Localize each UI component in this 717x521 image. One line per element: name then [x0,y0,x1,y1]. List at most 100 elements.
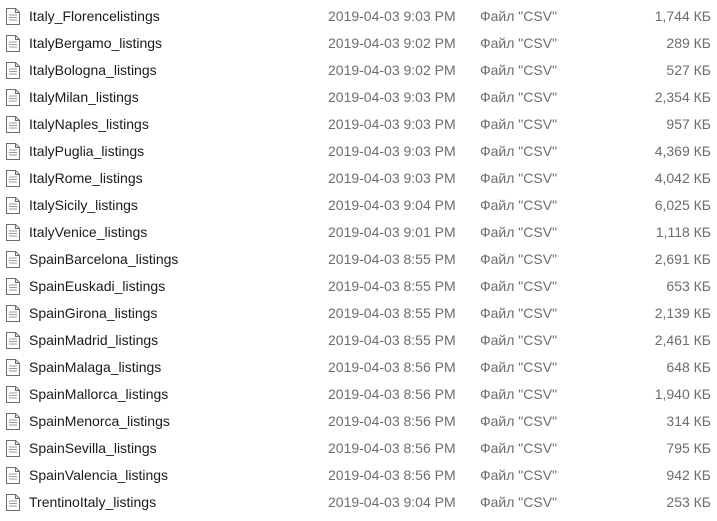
text-document-icon [6,197,20,214]
file-name[interactable]: SpainMenorca_listings [29,408,170,435]
file-date-modified: 2019-04-03 8:55 PM [328,305,456,321]
file-size: 527 КБ [666,62,711,78]
file-row[interactable]: ItalyMilan_listings 2019-04-03 9:03 PM Ф… [0,84,717,111]
file-size: 957 КБ [666,116,711,132]
file-size: 253 КБ [666,494,711,510]
file-row[interactable]: SpainMallorca_listings 2019-04-03 8:56 P… [0,381,717,408]
file-date-modified: 2019-04-03 8:56 PM [328,413,456,429]
file-name[interactable]: ItalyVenice_listings [29,219,147,246]
text-document-icon [6,359,20,376]
file-row[interactable]: ItalyBologna_listings 2019-04-03 9:02 PM… [0,57,717,84]
text-document-icon [6,332,20,349]
file-size: 6,025 КБ [654,197,711,213]
text-document-icon [6,494,20,511]
file-row[interactable]: TrentinoItaly_listings 2019-04-03 9:04 P… [0,489,717,516]
file-type: Файл "CSV" [480,224,558,240]
file-size: 1,940 КБ [654,386,711,402]
file-name[interactable]: SpainEuskadi_listings [29,273,165,300]
file-date-modified: 2019-04-03 8:55 PM [328,251,456,267]
text-document-icon [6,251,20,268]
file-size: 2,461 КБ [654,332,711,348]
file-date-modified: 2019-04-03 9:03 PM [328,116,456,132]
file-type: Файл "CSV" [480,440,558,456]
file-name[interactable]: SpainMalaga_listings [29,354,161,381]
file-type: Файл "CSV" [480,278,558,294]
file-date-modified: 2019-04-03 8:55 PM [328,332,456,348]
file-row[interactable]: Italy_Florencelistings 2019-04-03 9:03 P… [0,3,717,30]
file-name[interactable]: SpainGirona_listings [29,300,157,327]
file-type: Файл "CSV" [480,116,558,132]
file-size: 4,369 КБ [654,143,711,159]
file-type: Файл "CSV" [480,143,558,159]
file-date-modified: 2019-04-03 8:56 PM [328,359,456,375]
file-name[interactable]: SpainBarcelona_listings [29,246,178,273]
file-name[interactable]: ItalyMilan_listings [29,84,139,111]
file-name[interactable]: ItalyRome_listings [29,165,143,192]
file-row[interactable]: ItalyNaples_listings 2019-04-03 9:03 PM … [0,111,717,138]
file-row[interactable]: ItalyPuglia_listings 2019-04-03 9:03 PM … [0,138,717,165]
text-document-icon [6,305,20,322]
file-name[interactable]: ItalyNaples_listings [29,111,149,138]
file-type: Файл "CSV" [480,35,558,51]
file-date-modified: 2019-04-03 9:03 PM [328,170,456,186]
file-type: Файл "CSV" [480,170,558,186]
file-size: 795 КБ [666,440,711,456]
file-row[interactable]: SpainMalaga_listings 2019-04-03 8:56 PM … [0,354,717,381]
file-type: Файл "CSV" [480,8,558,24]
file-name[interactable]: ItalyBergamo_listings [29,30,162,57]
file-size: 1,118 КБ [655,224,711,240]
file-date-modified: 2019-04-03 8:56 PM [328,440,456,456]
file-date-modified: 2019-04-03 9:04 PM [328,494,456,510]
file-row[interactable]: SpainEuskadi_listings 2019-04-03 8:55 PM… [0,273,717,300]
file-type: Файл "CSV" [480,413,558,429]
file-type: Файл "CSV" [480,494,558,510]
text-document-icon [6,62,20,79]
file-name[interactable]: ItalyBologna_listings [29,57,157,84]
file-date-modified: 2019-04-03 9:02 PM [328,62,456,78]
file-type: Файл "CSV" [480,251,558,267]
file-name[interactable]: ItalyPuglia_listings [29,138,144,165]
file-row[interactable]: SpainMenorca_listings 2019-04-03 8:56 PM… [0,408,717,435]
text-document-icon [6,89,20,106]
text-document-icon [6,35,20,52]
file-list: Italy_Florencelistings 2019-04-03 9:03 P… [0,3,717,516]
file-type: Файл "CSV" [480,62,558,78]
file-size: 289 КБ [666,35,711,51]
file-name[interactable]: SpainMadrid_listings [29,327,158,354]
file-row[interactable]: SpainSevilla_listings 2019-04-03 8:56 PM… [0,435,717,462]
text-document-icon [6,413,20,430]
file-date-modified: 2019-04-03 9:03 PM [328,89,456,105]
text-document-icon [6,143,20,160]
file-row[interactable]: ItalyBergamo_listings 2019-04-03 9:02 PM… [0,30,717,57]
text-document-icon [6,8,20,25]
file-type: Файл "CSV" [480,359,558,375]
file-row[interactable]: SpainGirona_listings 2019-04-03 8:55 PM … [0,300,717,327]
file-name[interactable]: SpainSevilla_listings [29,435,157,462]
file-row[interactable]: SpainMadrid_listings 2019-04-03 8:55 PM … [0,327,717,354]
file-size: 653 КБ [666,278,711,294]
file-size: 2,691 КБ [654,251,711,267]
file-name[interactable]: Italy_Florencelistings [29,3,160,30]
file-row[interactable]: SpainValencia_listings 2019-04-03 8:56 P… [0,462,717,489]
file-size: 314 КБ [666,413,711,429]
file-name[interactable]: SpainValencia_listings [29,462,168,489]
file-name[interactable]: SpainMallorca_listings [29,381,168,408]
file-row[interactable]: ItalyRome_listings 2019-04-03 9:03 PM Фа… [0,165,717,192]
file-size: 1,744 КБ [654,8,711,24]
text-document-icon [6,467,20,484]
file-name[interactable]: ItalySicily_listings [29,192,138,219]
file-size: 4,042 КБ [654,170,711,186]
file-date-modified: 2019-04-03 8:55 PM [328,278,456,294]
file-row[interactable]: ItalyVenice_listings 2019-04-03 9:01 PM … [0,219,717,246]
file-size: 2,139 КБ [654,305,711,321]
file-row[interactable]: SpainBarcelona_listings 2019-04-03 8:55 … [0,246,717,273]
file-row[interactable]: ItalySicily_listings 2019-04-03 9:04 PM … [0,192,717,219]
file-date-modified: 2019-04-03 9:02 PM [328,35,456,51]
file-type: Файл "CSV" [480,89,558,105]
text-document-icon [6,278,20,295]
file-date-modified: 2019-04-03 9:04 PM [328,197,456,213]
file-size: 648 КБ [666,359,711,375]
text-document-icon [6,224,20,241]
file-name[interactable]: TrentinoItaly_listings [29,489,156,516]
text-document-icon [6,386,20,403]
